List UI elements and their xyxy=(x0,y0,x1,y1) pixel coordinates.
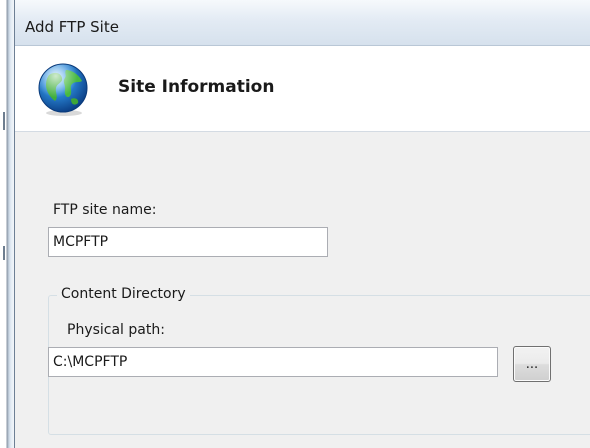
background-window-edge xyxy=(0,0,14,448)
window-edge-mark xyxy=(3,112,5,130)
wizard-header: Site Information xyxy=(15,46,590,132)
ftp-site-name-label: FTP site name: xyxy=(53,202,157,218)
dialog-title: Add FTP Site xyxy=(25,18,119,36)
page-title: Site Information xyxy=(118,77,275,97)
content-directory-legend: Content Directory xyxy=(57,286,190,302)
add-ftp-site-dialog: Add FTP Site Site Information FTP site n… xyxy=(14,0,590,448)
wizard-body: FTP site name: Content Directory Physica… xyxy=(15,132,590,448)
globe-icon xyxy=(38,63,88,116)
physical-path-label: Physical path: xyxy=(67,322,165,338)
physical-path-input[interactable] xyxy=(48,347,498,377)
ftp-site-name-input[interactable] xyxy=(48,227,328,257)
screen: Add FTP Site Site Information FTP site n… xyxy=(0,0,590,448)
dialog-titlebar[interactable]: Add FTP Site xyxy=(15,0,590,46)
browse-button[interactable]: ... xyxy=(513,346,551,382)
window-edge-mark xyxy=(3,246,5,260)
